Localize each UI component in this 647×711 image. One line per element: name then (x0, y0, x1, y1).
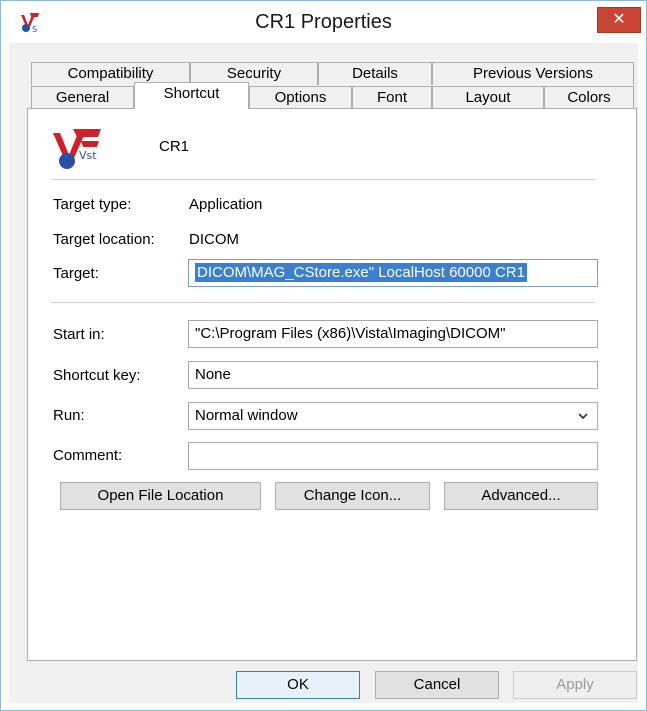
target-label: Target: (53, 265, 99, 282)
tab-general[interactable]: General (31, 86, 134, 109)
target-selected-text: DICOM\MAG_CStore.exe" LocalHost 60000 CR… (195, 263, 527, 282)
close-button[interactable]: ✕ (597, 7, 641, 33)
window-title: CR1 Properties (255, 11, 392, 33)
comment-label: Comment: (53, 447, 123, 464)
separator (51, 302, 595, 303)
tab-shortcut[interactable]: Shortcut (134, 82, 249, 109)
start-in-label: Start in: (53, 326, 105, 343)
target-input[interactable]: DICOM\MAG_CStore.exe" LocalHost 60000 CR… (188, 259, 598, 287)
close-icon: ✕ (612, 11, 626, 28)
target-type-label: Target type: (53, 196, 132, 213)
tab-layout[interactable]: Layout (432, 86, 544, 109)
shortcut-key-input[interactable]: None (188, 361, 598, 389)
change-icon-button[interactable]: Change Icon... (275, 482, 430, 510)
properties-window: S CR1 Properties ✕ Compatibility Securit… (0, 0, 647, 711)
apply-button[interactable]: Apply (513, 671, 637, 699)
target-type-value: Application (189, 196, 263, 213)
tab-details[interactable]: Details (318, 62, 432, 85)
target-location-label: Target location: (53, 231, 155, 248)
separator (51, 179, 595, 180)
cancel-button[interactable]: Cancel (375, 671, 499, 699)
ok-button[interactable]: OK (236, 671, 360, 699)
comment-input[interactable] (188, 442, 598, 470)
tab-options[interactable]: Options (249, 86, 352, 109)
run-select-value: Normal window (195, 407, 298, 424)
vista-app-icon: Vst (53, 129, 101, 169)
svg-text:Vst: Vst (79, 149, 97, 162)
run-select[interactable]: Normal window (188, 402, 598, 430)
tab-colors[interactable]: Colors (544, 86, 634, 109)
advanced-button[interactable]: Advanced... (444, 482, 598, 510)
tab-previous-versions[interactable]: Previous Versions (432, 62, 634, 85)
open-file-location-button[interactable]: Open File Location (60, 482, 261, 510)
tab-font[interactable]: Font (352, 86, 432, 109)
shortcut-key-label: Shortcut key: (53, 367, 141, 384)
shortcut-name: CR1 (159, 138, 190, 155)
target-location-value: DICOM (189, 231, 239, 248)
run-label: Run: (53, 407, 85, 424)
chevron-down-icon (577, 404, 589, 429)
start-in-input[interactable]: "C:\Program Files (x86)\Vista\Imaging\DI… (188, 320, 598, 348)
title-bar[interactable]: S CR1 Properties ✕ (1, 1, 646, 43)
